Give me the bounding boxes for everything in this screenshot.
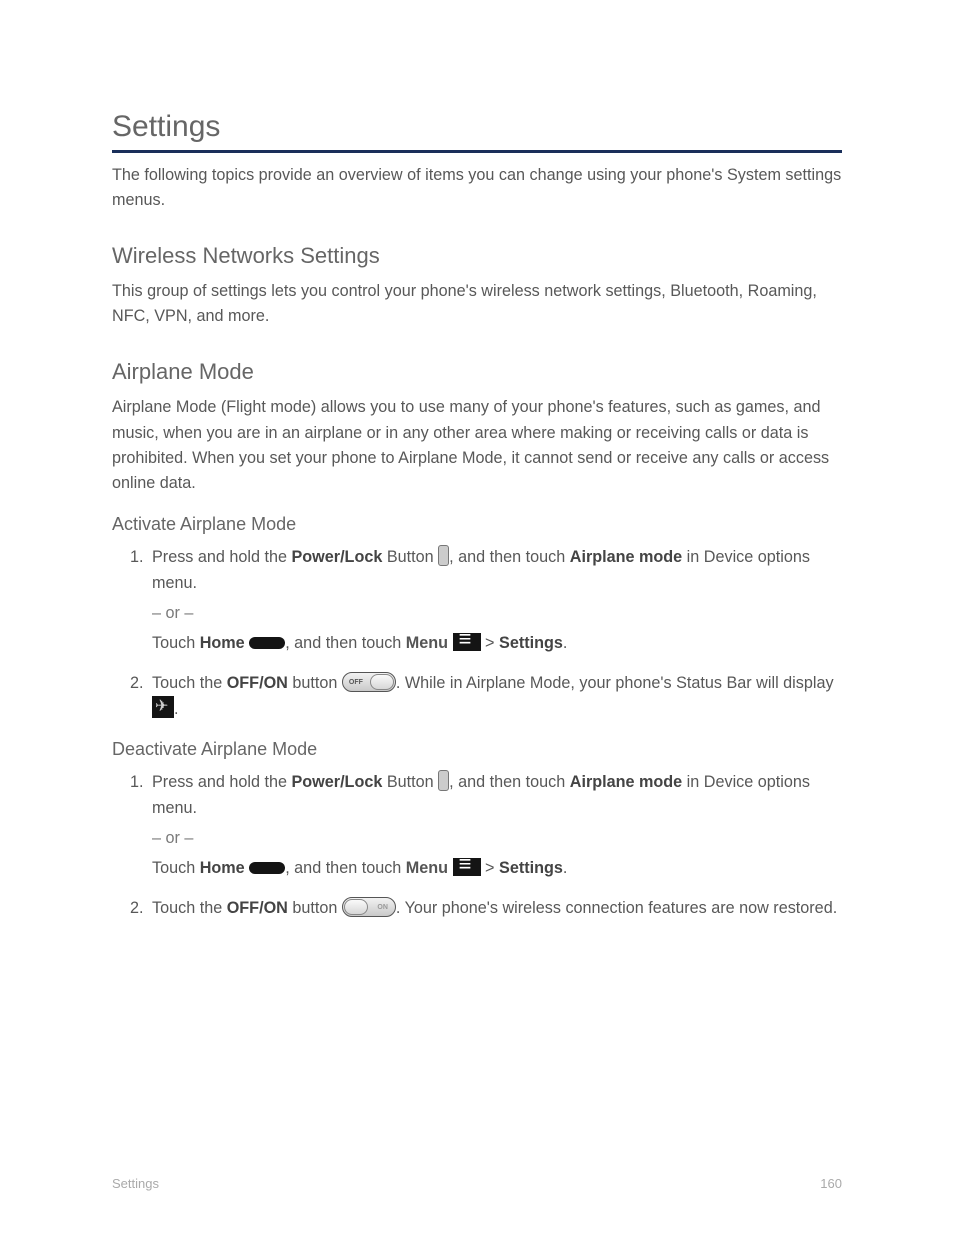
menu-icon bbox=[453, 633, 481, 651]
footer-section: Settings bbox=[112, 1176, 159, 1191]
home-button-icon bbox=[249, 862, 285, 874]
text-bold: Menu bbox=[406, 859, 448, 877]
or-divider: – or – bbox=[152, 601, 842, 627]
text: . While in Airplane Mode, your phone's S… bbox=[396, 674, 834, 692]
text: Touch the bbox=[152, 674, 227, 692]
text: button bbox=[288, 674, 342, 692]
text: Touch bbox=[152, 634, 200, 652]
airplane-mode-icon bbox=[152, 696, 174, 718]
text: , and then touch bbox=[449, 548, 570, 566]
step-number: 1. bbox=[130, 545, 144, 571]
section-airplane-title: Airplane Mode bbox=[112, 359, 842, 385]
activate-step-1: 1. Press and hold the Power/Lock Button … bbox=[112, 545, 842, 657]
text: . bbox=[174, 700, 179, 718]
text-bold: Home bbox=[200, 859, 245, 877]
text-bold: Home bbox=[200, 634, 245, 652]
text-bold: Airplane mode bbox=[570, 548, 682, 566]
text: > bbox=[481, 634, 499, 652]
text: . Your phone's wireless connection featu… bbox=[396, 899, 837, 917]
intro-paragraph: The following topics provide an overview… bbox=[112, 163, 842, 213]
text: , and then touch bbox=[285, 634, 406, 652]
or-divider: – or – bbox=[152, 826, 842, 852]
toggle-switch-icon: OFFON bbox=[342, 897, 396, 917]
title-rule bbox=[112, 150, 842, 153]
text: Touch bbox=[152, 859, 200, 877]
power-button-icon bbox=[438, 545, 449, 566]
section-wireless-intro: This group of settings lets you control … bbox=[112, 279, 842, 329]
text-bold: Airplane mode bbox=[570, 773, 682, 791]
menu-icon bbox=[453, 858, 481, 876]
home-button-icon bbox=[249, 637, 285, 649]
step-number: 1. bbox=[130, 770, 144, 796]
footer-page-number: 160 bbox=[820, 1176, 842, 1191]
text-bold: Power/Lock bbox=[291, 548, 382, 566]
toggle-switch-icon: OFFON bbox=[342, 672, 396, 692]
text-bold: Settings bbox=[499, 859, 563, 877]
text: . bbox=[563, 859, 568, 877]
text: button bbox=[288, 899, 342, 917]
text-bold: OFF/ON bbox=[227, 674, 288, 692]
deactivate-heading: Deactivate Airplane Mode bbox=[112, 739, 842, 760]
power-button-icon bbox=[438, 770, 449, 791]
activate-step-2: 2. Touch the OFF/ON button OFFON. While … bbox=[112, 671, 842, 724]
step-number: 2. bbox=[130, 671, 144, 697]
text: . bbox=[563, 634, 568, 652]
deactivate-step-2: 2. Touch the OFF/ON button OFFON. Your p… bbox=[112, 896, 842, 922]
text: Press and hold the bbox=[152, 773, 291, 791]
text: Press and hold the bbox=[152, 548, 291, 566]
text-bold: Power/Lock bbox=[291, 773, 382, 791]
text: , and then touch bbox=[449, 773, 570, 791]
text-bold: Menu bbox=[406, 634, 448, 652]
text: > bbox=[481, 859, 499, 877]
section-wireless-title: Wireless Networks Settings bbox=[112, 243, 842, 269]
text: Button bbox=[382, 548, 438, 566]
page-title: Settings bbox=[112, 110, 842, 144]
text-bold: OFF/ON bbox=[227, 899, 288, 917]
text: Button bbox=[382, 773, 438, 791]
section-airplane-intro: Airplane Mode (Flight mode) allows you t… bbox=[112, 395, 842, 495]
text: , and then touch bbox=[285, 859, 406, 877]
step-number: 2. bbox=[130, 896, 144, 922]
text-bold: Settings bbox=[499, 634, 563, 652]
text: Touch the bbox=[152, 899, 227, 917]
activate-heading: Activate Airplane Mode bbox=[112, 514, 842, 535]
deactivate-step-1: 1. Press and hold the Power/Lock Button … bbox=[112, 770, 842, 882]
